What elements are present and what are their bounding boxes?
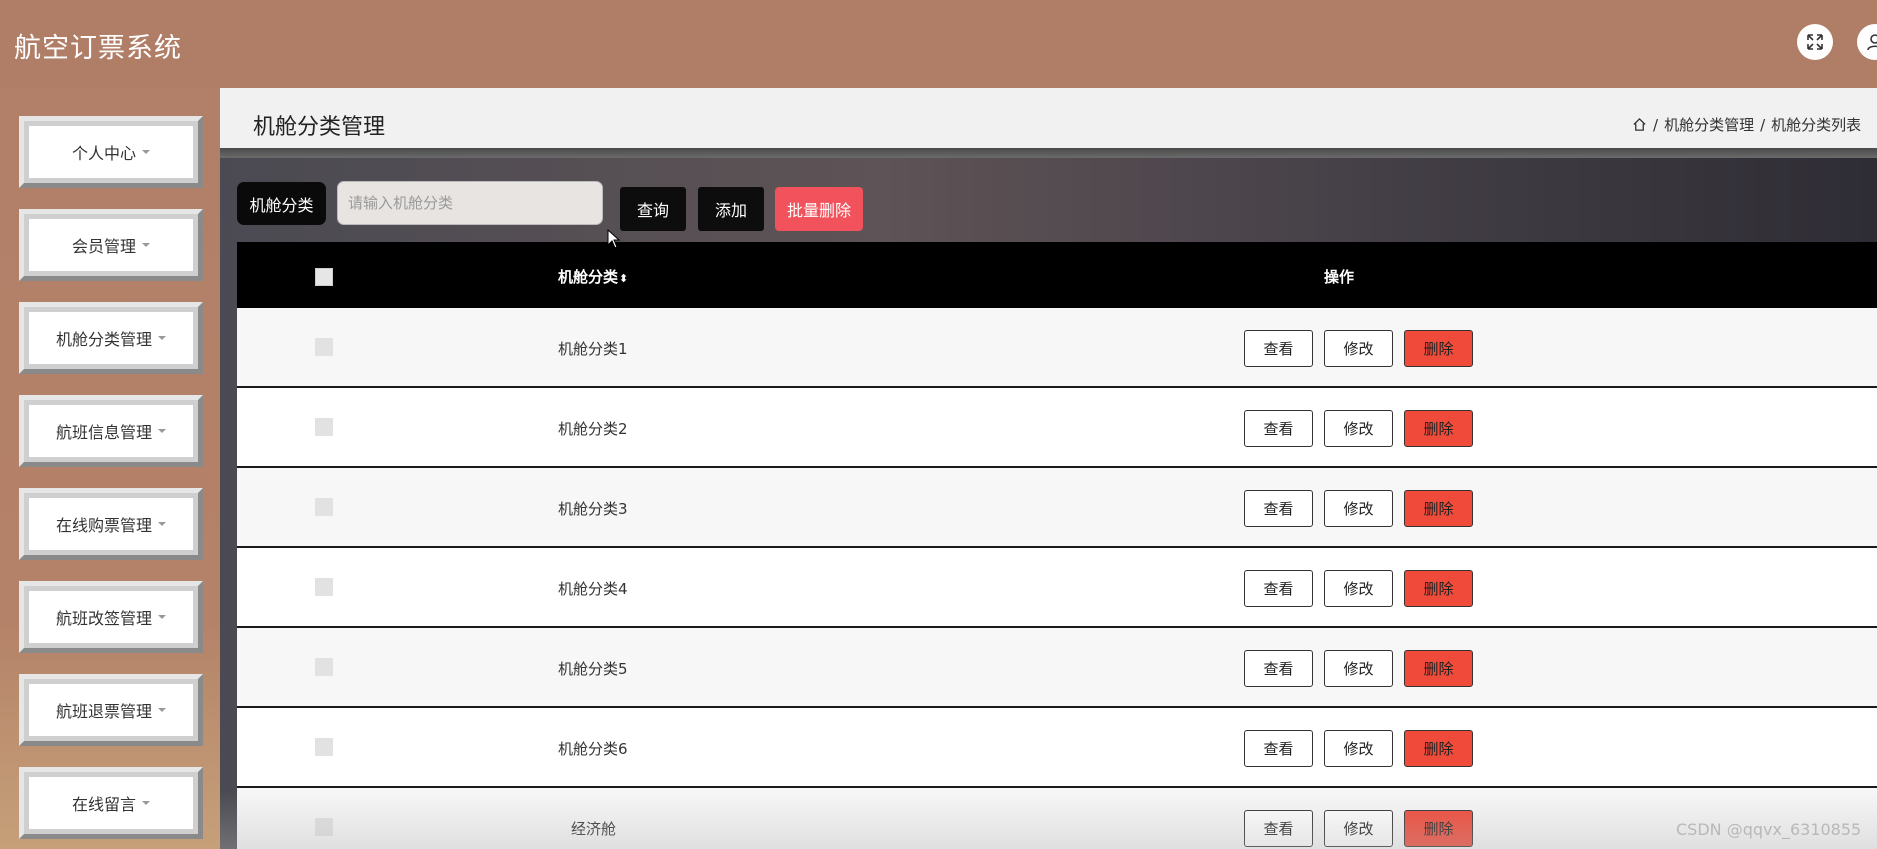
caret-down-icon — [142, 243, 150, 247]
row-checkbox[interactable] — [315, 578, 333, 596]
cabin-class-name: 机舱分类3 — [558, 500, 628, 518]
breadcrumb-level2: 机舱分类列表 — [1771, 116, 1862, 134]
sidebar-item-label: 航班信息管理 — [55, 423, 152, 442]
user-icon — [1867, 34, 1877, 51]
sidebar-item-label: 个人中心 — [71, 144, 136, 163]
sidebar-item-label: 会员管理 — [71, 237, 136, 256]
sidebar-item-members[interactable]: 会员管理 — [19, 209, 203, 281]
row-checkbox[interactable] — [315, 818, 333, 836]
caret-down-icon — [142, 150, 150, 154]
add-button[interactable]: 添加 — [698, 187, 764, 231]
view-button[interactable]: 查看 — [1244, 730, 1313, 767]
cabin-class-name: 机舱分类1 — [558, 340, 628, 358]
sidebar-item-messages[interactable]: 在线留言 — [19, 767, 203, 839]
view-button[interactable]: 查看 — [1244, 650, 1313, 687]
breadcrumb: / 机舱分类管理 / 机舱分类列表 — [1632, 114, 1861, 135]
edit-button[interactable]: 修改 — [1324, 410, 1393, 447]
column-header-label: 机舱分类 — [558, 268, 619, 286]
table-row: 机舱分类1 查看 修改 删除 — [237, 308, 1877, 388]
cabin-class-name: 机舱分类2 — [558, 420, 628, 438]
user-button[interactable] — [1857, 24, 1877, 60]
batch-delete-button[interactable]: 批量删除 — [775, 187, 863, 231]
row-checkbox[interactable] — [315, 418, 333, 436]
watermark: CSDN @qqvx_6310855 — [1676, 820, 1862, 839]
table-row: 机舱分类3 查看 修改 删除 — [237, 468, 1877, 548]
header-divider — [220, 148, 1877, 158]
delete-button[interactable]: 删除 — [1404, 730, 1473, 767]
top-header: 航空订票系统 — [0, 0, 1877, 88]
delete-button[interactable]: 删除 — [1404, 330, 1473, 367]
fullscreen-icon — [1807, 34, 1823, 50]
cabin-class-search-input[interactable] — [337, 181, 603, 225]
edit-button[interactable]: 修改 — [1324, 330, 1393, 367]
sidebar: 个人中心 会员管理 机舱分类管理 航班信息管理 在线购票管理 航班改签管理 航班… — [0, 88, 220, 849]
breadcrumb-level1[interactable]: 机舱分类管理 — [1664, 114, 1754, 135]
sidebar-item-cabin-class[interactable]: 机舱分类管理 — [19, 302, 203, 374]
sidebar-item-flight-change[interactable]: 航班改签管理 — [19, 581, 203, 653]
sidebar-item-label: 航班退票管理 — [55, 702, 152, 721]
edit-button[interactable]: 修改 — [1324, 810, 1393, 847]
table-row: 机舱分类2 查看 修改 删除 — [237, 388, 1877, 468]
table-header: 机舱分类⬍ 操作 — [237, 242, 1877, 308]
cabin-class-name: 机舱分类6 — [558, 740, 628, 758]
sidebar-item-refund[interactable]: 航班退票管理 — [19, 674, 203, 746]
sidebar-item-personal-center[interactable]: 个人中心 — [19, 116, 203, 188]
home-icon[interactable] — [1632, 117, 1647, 132]
app-title: 航空订票系统 — [14, 33, 182, 64]
row-checkbox[interactable] — [315, 658, 333, 676]
main-content: 机舱分类管理 / 机舱分类管理 / 机舱分类列表 机舱分类 查询 添加 批量删除… — [220, 88, 1877, 849]
row-checkbox[interactable] — [315, 338, 333, 356]
caret-down-icon — [142, 801, 150, 805]
cabin-class-name: 机舱分类5 — [558, 660, 628, 678]
edit-button[interactable]: 修改 — [1324, 650, 1393, 687]
fullscreen-button[interactable] — [1797, 24, 1833, 60]
sidebar-item-label: 在线留言 — [71, 795, 136, 814]
view-button[interactable]: 查看 — [1244, 570, 1313, 607]
breadcrumb-separator: / — [1653, 115, 1659, 134]
cabin-class-name: 经济舱 — [571, 820, 617, 838]
table-row: 机舱分类5 查看 修改 删除 — [237, 628, 1877, 708]
sidebar-item-label: 机舱分类管理 — [55, 330, 152, 349]
mouse-pointer-icon — [607, 229, 621, 249]
sort-icon[interactable]: ⬍ — [619, 272, 628, 285]
query-button[interactable]: 查询 — [620, 187, 686, 231]
view-button[interactable]: 查看 — [1244, 330, 1313, 367]
table-row: 机舱分类6 查看 修改 删除 — [237, 708, 1877, 788]
delete-button[interactable]: 删除 — [1404, 650, 1473, 687]
table-row: 机舱分类4 查看 修改 删除 — [237, 548, 1877, 628]
view-button[interactable]: 查看 — [1244, 810, 1313, 847]
caret-down-icon — [158, 708, 166, 712]
row-checkbox[interactable] — [315, 498, 333, 516]
caret-down-icon — [158, 336, 166, 340]
edit-button[interactable]: 修改 — [1324, 570, 1393, 607]
page-header: 机舱分类管理 / 机舱分类管理 / 机舱分类列表 — [220, 88, 1877, 148]
select-all-checkbox[interactable] — [315, 268, 333, 286]
delete-button[interactable]: 删除 — [1404, 410, 1473, 447]
edit-button[interactable]: 修改 — [1324, 730, 1393, 767]
table-row: 经济舱 查看 修改 删除 — [237, 788, 1877, 849]
caret-down-icon — [158, 429, 166, 433]
row-checkbox[interactable] — [315, 738, 333, 756]
sidebar-item-online-booking[interactable]: 在线购票管理 — [19, 488, 203, 560]
delete-button[interactable]: 删除 — [1404, 490, 1473, 527]
cabin-class-name: 机舱分类4 — [558, 580, 628, 598]
sidebar-item-label: 在线购票管理 — [55, 516, 152, 535]
delete-button[interactable]: 删除 — [1404, 810, 1473, 847]
view-button[interactable]: 查看 — [1244, 410, 1313, 447]
page-title: 机舱分类管理 — [253, 115, 386, 140]
view-button[interactable]: 查看 — [1244, 490, 1313, 527]
search-field-label: 机舱分类 — [237, 182, 326, 225]
cabin-class-table: 机舱分类⬍ 操作 机舱分类1 查看 修改 删除 机舱分类2 查看 修改 删除 机… — [237, 242, 1877, 849]
edit-button[interactable]: 修改 — [1324, 490, 1393, 527]
breadcrumb-separator: / — [1760, 115, 1766, 134]
sidebar-item-flight-info[interactable]: 航班信息管理 — [19, 395, 203, 467]
caret-down-icon — [158, 615, 166, 619]
delete-button[interactable]: 删除 — [1404, 570, 1473, 607]
column-header-actions: 操作 — [1324, 268, 1355, 286]
sidebar-item-label: 航班改签管理 — [55, 609, 152, 628]
column-header-cabin-class[interactable]: 机舱分类⬍ — [558, 266, 628, 287]
caret-down-icon — [158, 522, 166, 526]
